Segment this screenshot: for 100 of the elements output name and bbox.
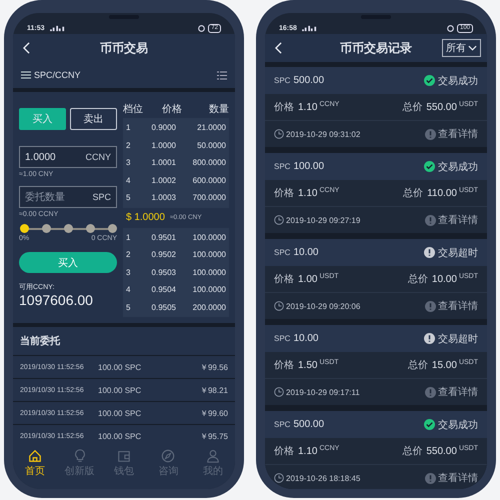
details-link[interactable]: 查看详情 (425, 127, 478, 141)
last-price: $ 1.0000 (126, 212, 165, 223)
clock-icon (274, 301, 284, 311)
clock-icon (274, 129, 284, 139)
order-amount: 100.00 SPC (98, 432, 142, 440)
slider-stop[interactable] (64, 224, 72, 233)
compass-icon (161, 448, 176, 462)
total-value: 10.00 (432, 274, 457, 284)
currency-unit: CCNY (85, 152, 111, 162)
coin-name: SPC (274, 162, 290, 171)
trade-time: 2019-10-29 09:17:11 (286, 388, 360, 396)
trade-status: 交易成功 (438, 418, 478, 432)
coin-name: SPC (274, 420, 290, 429)
order-amount: 100.00 SPC (98, 386, 142, 394)
slider-thumb[interactable] (20, 224, 28, 233)
book-price: 1.0003 (150, 193, 176, 202)
house-icon (28, 448, 42, 462)
order-amount: 100.00 SPC (98, 362, 142, 372)
trade-status: 交易超时 (438, 246, 478, 260)
book-amount: 800.0000 (192, 158, 226, 168)
info-icon (425, 214, 436, 226)
price-label: 价格 (274, 186, 294, 200)
trade-amount: 500.00 (293, 419, 324, 430)
book-price: 0.9504 (150, 285, 176, 294)
details-link[interactable]: 查看详情 (425, 299, 478, 313)
price-label: 价格 (274, 100, 294, 114)
price-value: 1.00 (298, 274, 318, 284)
book-price: 0.9505 (150, 302, 176, 312)
chevron-down-icon (468, 45, 477, 51)
screen-title: 币币交易记录 (340, 40, 412, 56)
order-price: ￥99.56 (200, 362, 228, 372)
total-value: 550.00 (426, 446, 457, 456)
filter-dropdown[interactable]: 所有 (442, 39, 481, 57)
total-label: 总价 (408, 272, 428, 286)
total-label: 总价 (403, 186, 424, 200)
order-price: ￥99.60 (200, 408, 228, 418)
book-rank: 4 (126, 285, 132, 294)
price-value: 1.50 (298, 360, 318, 370)
back-icon[interactable] (275, 42, 282, 54)
trade-amount: 500.00 (293, 75, 324, 86)
trade-amount: 10.00 (293, 333, 318, 344)
total-label: 总价 (402, 100, 422, 114)
wallet-icon (117, 448, 132, 462)
nav-tab[interactable]: 首页 (13, 443, 58, 483)
total-value: 110.00 (427, 188, 457, 198)
side-tab[interactable]: 卖出 (70, 108, 117, 130)
slider-stop[interactable] (86, 224, 94, 233)
back-icon[interactable] (23, 42, 30, 54)
book-rank: 3 (126, 268, 132, 277)
order-price: ￥98.21 (200, 384, 228, 396)
book-rank: 1 (126, 232, 132, 242)
book-amount: 200.0000 (192, 302, 226, 312)
info-icon (425, 386, 436, 398)
price-label: 价格 (274, 444, 294, 458)
book-rank: 2 (126, 140, 132, 150)
book-price: 0.9503 (150, 268, 176, 277)
screen-title: 币币交易 (100, 40, 148, 56)
slider-stop[interactable] (42, 224, 50, 233)
trade-status: 交易超时 (438, 332, 478, 346)
list-icon[interactable] (217, 70, 227, 80)
book-amount: 700.0000 (192, 193, 226, 202)
trading-pair[interactable]: SPC/CCNY (34, 70, 81, 80)
trade-amount: 10.00 (293, 247, 318, 258)
currency-unit: SPC (92, 192, 111, 202)
details-link[interactable]: 查看详情 (425, 385, 478, 399)
book-rank: 3 (126, 158, 132, 168)
trade-amount: 100.00 (293, 161, 324, 172)
alarm-icon (198, 24, 206, 32)
book-price: 0.9000 (150, 123, 176, 132)
trade-time: 2019-10-29 09:31:02 (286, 130, 360, 138)
book-amount: 100.0000 (192, 285, 226, 294)
book-price: 0.9501 (150, 232, 176, 242)
menu-icon[interactable] (21, 71, 31, 79)
trade-time: 2019-10-29 09:20:06 (286, 302, 360, 310)
price-value: 1.10 (298, 102, 318, 112)
total-value: 15.00 (432, 360, 457, 370)
book-price: 0.9502 (150, 250, 176, 260)
amount-slider[interactable] (19, 224, 117, 233)
book-rank: 5 (126, 193, 132, 202)
coin-name: SPC (274, 248, 290, 257)
column-header: 档位 (123, 102, 144, 116)
info-icon (425, 128, 436, 140)
book-rank: 1 (126, 123, 132, 132)
book-rank: 5 (126, 302, 132, 312)
trade-time: 2019-10-29 09:27:19 (286, 216, 360, 224)
book-rank: 4 (126, 176, 132, 185)
clock-icon (274, 473, 284, 483)
details-link[interactable]: 查看详情 (425, 213, 478, 227)
order-price: ￥95.75 (200, 430, 228, 442)
slider-stop[interactable] (108, 224, 116, 233)
total-label: 总价 (408, 358, 428, 372)
column-header: 价格 (161, 102, 183, 116)
trade-status: 交易成功 (438, 160, 478, 174)
clock-icon (274, 387, 284, 397)
details-link[interactable]: 查看详情 (425, 471, 478, 485)
book-amount: 21.0000 (196, 123, 226, 132)
book-amount: 50.0000 (196, 140, 226, 150)
book-price: 1.0001 (150, 158, 176, 168)
info-icon (425, 472, 436, 484)
column-header: 数量 (208, 103, 229, 116)
